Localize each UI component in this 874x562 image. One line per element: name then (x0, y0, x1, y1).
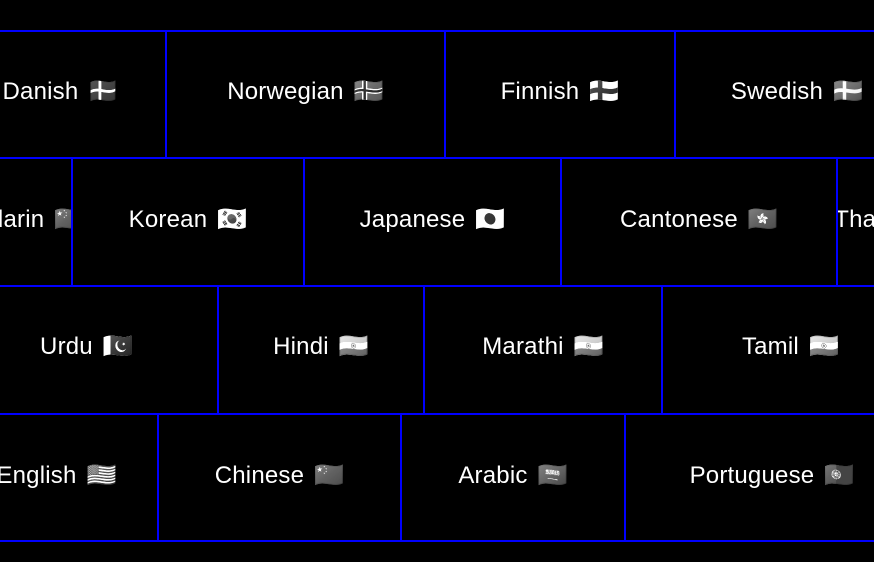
language-cell-mandarin[interactable]: Mandarin 🇨🇳 (0, 159, 73, 285)
language-cell-thai[interactable]: Thai🇹🇭 (838, 159, 874, 285)
language-label: Cantonese (620, 206, 738, 233)
language-cell-danish[interactable]: Danish 🇩🇰 (0, 32, 167, 157)
language-label: Mandarin (0, 206, 45, 233)
flag-india: 🇮🇳 (573, 333, 604, 360)
flag-india: 🇮🇳 (338, 333, 369, 360)
language-cell-finnish[interactable]: Finnish 🇫🇮 (446, 32, 676, 157)
flag-china: 🇨🇳 (314, 461, 345, 489)
language-row-world-languages: English 🇺🇸 Chinese 🇨🇳 Arabic 🇸🇦 Portuguese 🇵🇹 (0, 413, 874, 542)
flag-denmark: 🇩🇰 (88, 77, 119, 105)
language-label: Marathi (482, 333, 564, 360)
language-row-south-asian-languages: Urdu 🇵🇰 Hindi 🇮🇳 Marathi 🇮🇳 Tamil 🇮🇳 (0, 285, 874, 413)
language-cell-portuguese[interactable]: Portuguese 🇵🇹 (626, 415, 874, 540)
language-label: English (0, 461, 77, 489)
language-cell-hindi[interactable]: Hindi 🇮🇳 (219, 287, 425, 413)
language-cell-japanese[interactable]: Japanese 🇯🇵 (305, 159, 562, 285)
language-cell-korean[interactable]: Korean 🇰🇷 (73, 159, 305, 285)
language-cell-tamil[interactable]: Tamil 🇮🇳 (663, 287, 874, 413)
language-cell-chinese[interactable]: Chinese 🇨🇳 (159, 415, 402, 540)
language-label: Hindi (273, 333, 329, 360)
language-label: Urdu (40, 333, 93, 360)
language-label: Tamil (741, 333, 799, 360)
flag-pakistan: 🇵🇰 (102, 333, 133, 360)
language-label: Danish (2, 77, 79, 105)
flag-japan: 🇯🇵 (475, 206, 506, 233)
language-label: Finnish (500, 77, 580, 105)
language-row-east-asian-languages: Mandarin 🇨🇳 Korean 🇰🇷 Japanese 🇯🇵 Cantonese 🇭🇰 T… (0, 157, 874, 285)
language-label: Chinese (214, 461, 305, 489)
language-cell-urdu[interactable]: Urdu 🇵🇰 (0, 287, 219, 413)
language-label: Swedish (730, 77, 824, 105)
flag-sweden: 🇸🇪 (833, 77, 864, 105)
flag-south-korea: 🇰🇷 (217, 206, 248, 233)
language-cell-english[interactable]: English 🇺🇸 (0, 415, 159, 540)
flag-saudi-arabia: 🇸🇦 (537, 461, 568, 489)
flag-india: 🇮🇳 (808, 333, 840, 360)
language-cell-norwegian[interactable]: Norwegian 🇳🇴 (167, 32, 446, 157)
language-row-nordic-languages: Danish 🇩🇰 Norwegian 🇳🇴 Finnish 🇫🇮 Swedish 🇸🇪 (0, 30, 874, 157)
language-cell-cantonese[interactable]: Cantonese 🇭🇰 (562, 159, 838, 285)
flag-china: 🇨🇳 (54, 208, 71, 232)
language-cell-arabic[interactable]: Arabic 🇸🇦 (402, 415, 626, 540)
language-label: Japanese (359, 206, 466, 233)
flag-norway: 🇳🇴 (353, 77, 384, 105)
language-label: Thai (838, 206, 874, 233)
flag-finland: 🇫🇮 (589, 77, 620, 105)
flag-portugal: 🇵🇹 (824, 461, 855, 489)
language-grid-viewport: Danish 🇩🇰 Norwegian 🇳🇴 Finnish 🇫🇮 Swedish 🇸🇪 Man… (0, 0, 874, 562)
language-cell-marathi[interactable]: Marathi 🇮🇳 (425, 287, 663, 413)
language-label: Norwegian (227, 77, 344, 105)
flag-united-states: 🇺🇸 (86, 461, 117, 489)
language-cell-swedish[interactable]: Swedish 🇸🇪 (676, 32, 874, 157)
language-label: Portuguese (689, 461, 815, 489)
flag-hong-kong: 🇭🇰 (747, 206, 778, 233)
language-label: Arabic (458, 461, 528, 489)
language-grid: Danish 🇩🇰 Norwegian 🇳🇴 Finnish 🇫🇮 Swedish 🇸🇪 Man… (0, 30, 874, 542)
language-label: Korean (128, 206, 208, 233)
